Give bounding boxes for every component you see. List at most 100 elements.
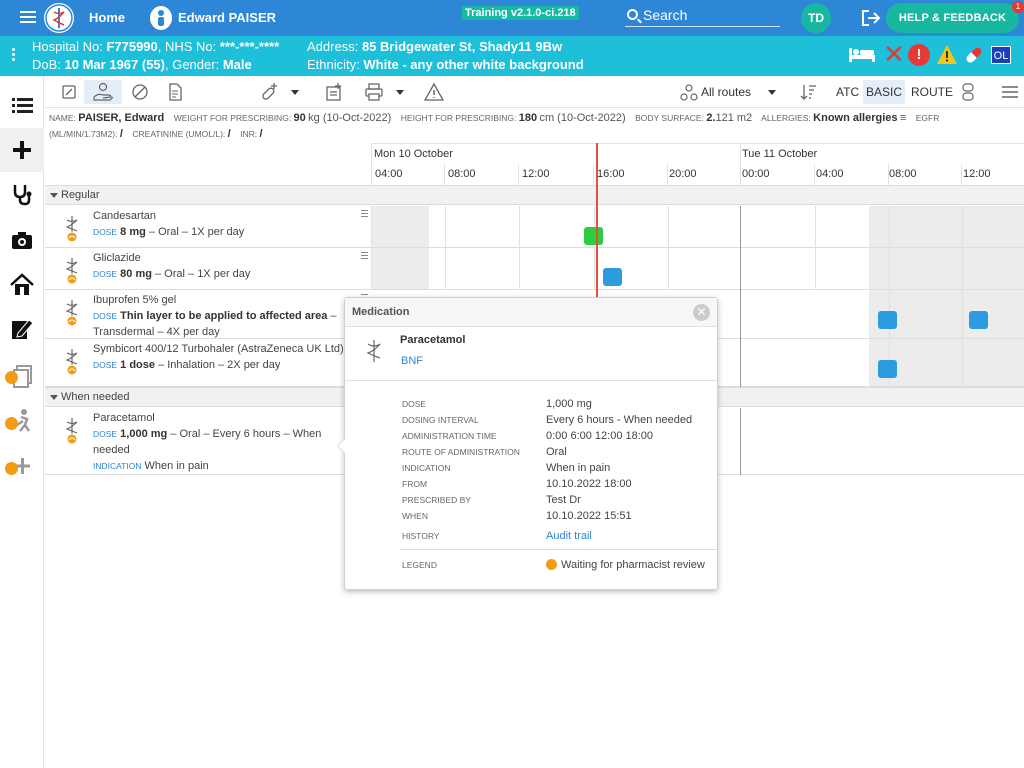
close-red-icon[interactable]: ✕ bbox=[883, 41, 905, 67]
hour-label: 04:00 bbox=[375, 168, 403, 180]
dose-planned-marker[interactable] bbox=[603, 268, 622, 286]
medication-icon bbox=[363, 338, 385, 364]
notification-badge: 1 bbox=[1012, 1, 1024, 13]
hour-label: 12:00 bbox=[963, 168, 991, 180]
pill-icon[interactable] bbox=[963, 44, 985, 66]
day-label: Tue 11 October bbox=[742, 148, 818, 160]
hour-label: 20:00 bbox=[669, 168, 697, 180]
app-logo[interactable] bbox=[44, 3, 74, 33]
patient-banner: Hospital No: F775990, NHS No: ***-***-**… bbox=[0, 36, 1024, 76]
current-time-line bbox=[596, 143, 598, 298]
dose-planned-marker[interactable] bbox=[878, 360, 897, 378]
warning-icon[interactable] bbox=[936, 44, 958, 66]
help-feedback-button[interactable]: HELP & FEEDBACK bbox=[886, 3, 1019, 33]
home-icon[interactable] bbox=[9, 272, 35, 298]
medication-name: Paracetamol bbox=[93, 412, 155, 424]
logout-icon[interactable] bbox=[861, 9, 881, 27]
menu-icon[interactable] bbox=[998, 80, 1022, 104]
dob-line: DoB: 10 Mar 1967 (55), Gender: Male bbox=[32, 57, 252, 72]
hour-label: 16:00 bbox=[597, 168, 625, 180]
field-value: 10.10.2022 15:51 bbox=[546, 510, 632, 522]
camera-icon[interactable] bbox=[9, 227, 35, 253]
chevron-down-icon[interactable] bbox=[768, 90, 776, 95]
search-icon bbox=[627, 9, 638, 20]
print-icon[interactable] bbox=[362, 80, 386, 104]
route-tab[interactable]: ROUTE bbox=[911, 85, 953, 99]
alert-icon[interactable]: ! bbox=[908, 44, 930, 66]
hour-label: 00:00 bbox=[742, 168, 770, 180]
timeline-cells bbox=[371, 206, 1024, 248]
medication-icon bbox=[61, 347, 83, 377]
hospital-line: Hospital No: F775990, NHS No: ***-***-**… bbox=[32, 39, 280, 54]
field-label: DOSE bbox=[402, 399, 427, 409]
dose-planned-marker[interactable] bbox=[878, 311, 897, 329]
routes-select[interactable]: All routes bbox=[701, 85, 751, 99]
lock-icon bbox=[5, 371, 18, 384]
hand-pill-icon[interactable] bbox=[84, 80, 122, 104]
list-icon[interactable] bbox=[9, 92, 35, 118]
popup-title: Medication bbox=[345, 298, 717, 327]
legend-value: Waiting for pharmacist review bbox=[546, 559, 705, 571]
medication-popup: Medication ✕ Paracetamol BNF DOSE 1,000 … bbox=[337, 297, 718, 590]
pending-review-icon bbox=[546, 559, 557, 570]
group-icon[interactable] bbox=[956, 80, 980, 104]
ethnicity-line: Ethnicity: White - any other white backg… bbox=[307, 57, 584, 72]
field-label: PRESCRIBED BY bbox=[402, 495, 471, 505]
medication-icon bbox=[61, 256, 83, 286]
legend-label: LEGEND bbox=[402, 560, 437, 570]
bnf-link[interactable]: BNF bbox=[401, 355, 423, 367]
warning-outline-icon[interactable] bbox=[422, 80, 446, 104]
timeline-cells bbox=[371, 248, 1024, 290]
chevron-down-icon[interactable] bbox=[396, 90, 404, 95]
chevron-down-icon bbox=[50, 395, 58, 400]
medication-row[interactable]: Candesartan DOSE 8 mg – Oral – 1X per da… bbox=[45, 206, 1024, 248]
field-label: WHEN bbox=[402, 511, 428, 521]
user-avatar[interactable]: TD bbox=[801, 3, 831, 33]
audit-trail-link[interactable]: Audit trail bbox=[546, 530, 592, 542]
field-value: 10.10.2022 18:00 bbox=[546, 478, 632, 490]
lock-icon bbox=[5, 417, 18, 430]
dose-given-marker[interactable] bbox=[584, 227, 603, 245]
medication-row[interactable]: Gliclazide DOSE 80 mg – Oral – 1X per da… bbox=[45, 248, 1024, 290]
field-value: 0:00 6:00 12:00 18:00 bbox=[546, 430, 654, 442]
chevron-down-icon[interactable] bbox=[291, 90, 299, 95]
field-label: FROM bbox=[402, 479, 428, 489]
ol-badge[interactable]: OL bbox=[991, 46, 1011, 64]
lock-icon bbox=[5, 462, 18, 475]
basic-tab[interactable]: BASIC bbox=[863, 80, 905, 104]
edit-document-icon[interactable] bbox=[9, 316, 35, 342]
top-bar: Home Edward PAISER Training v2.1.0-ci.21… bbox=[0, 0, 1024, 36]
more-icon[interactable] bbox=[12, 48, 16, 63]
calendar-add-icon[interactable] bbox=[322, 80, 346, 104]
sort-icon[interactable] bbox=[797, 80, 821, 104]
atc-tab[interactable]: ATC bbox=[836, 85, 859, 99]
field-value: Every 6 hours - When needed bbox=[546, 414, 693, 426]
field-value: 1,000 mg bbox=[546, 398, 592, 410]
section-regular[interactable]: Regular bbox=[45, 185, 1024, 205]
row-menu-icon[interactable] bbox=[361, 252, 368, 261]
no-pill-icon[interactable] bbox=[128, 80, 152, 104]
field-label: ADMINISTRATION TIME bbox=[402, 431, 497, 441]
add-medication-icon[interactable] bbox=[257, 80, 281, 104]
menu-icon[interactable] bbox=[20, 11, 36, 25]
dose-planned-marker[interactable] bbox=[969, 311, 988, 329]
medication-icon bbox=[61, 298, 83, 328]
eye-drop-icon[interactable] bbox=[57, 80, 81, 104]
medication-name: Ibuprofen 5% gel bbox=[93, 294, 177, 306]
history-label: HISTORY bbox=[402, 531, 440, 541]
patient-name[interactable]: Edward PAISER bbox=[178, 10, 276, 25]
hour-label: 08:00 bbox=[448, 168, 476, 180]
home-link[interactable]: Home bbox=[89, 10, 125, 25]
chart-toolbar: All routes ATC BASIC ROUTE bbox=[45, 76, 1024, 108]
medication-icon bbox=[61, 416, 83, 446]
bed-icon[interactable] bbox=[848, 44, 875, 66]
field-value: Oral bbox=[546, 446, 567, 458]
document-icon[interactable] bbox=[163, 80, 187, 104]
close-icon[interactable]: ✕ bbox=[693, 304, 710, 321]
add-icon[interactable] bbox=[9, 137, 35, 163]
search-input[interactable]: Search bbox=[625, 5, 780, 27]
route-icon bbox=[677, 80, 701, 104]
stethoscope-icon[interactable] bbox=[9, 181, 35, 207]
medication-icon bbox=[61, 214, 83, 244]
row-menu-icon[interactable] bbox=[361, 210, 368, 219]
